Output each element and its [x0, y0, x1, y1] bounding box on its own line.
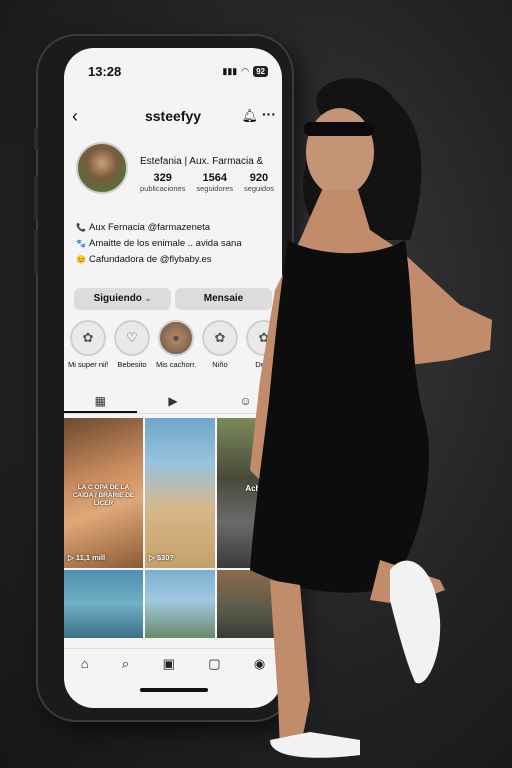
stat-value: 1564: [202, 172, 227, 184]
highlight-label: Mis cachorr...: [156, 360, 196, 369]
post-thumbnail[interactable]: ▷ $30?: [145, 418, 215, 568]
highlight-cover: ●: [158, 320, 194, 356]
highlight-cover: ♡: [114, 320, 150, 356]
profile-avatar[interactable]: [76, 142, 128, 194]
highlight-cover: ✿: [70, 320, 106, 356]
following-button[interactable]: Siguiendo ⌄: [74, 288, 171, 310]
sunglasses-icon: [304, 122, 374, 136]
chevron-down-icon: ⌄: [144, 294, 152, 303]
smile-icon: 😊: [76, 255, 86, 264]
tab-reels[interactable]: ▶: [137, 390, 210, 413]
post-thumbnail[interactable]: [64, 570, 143, 638]
status-time: 13:28: [88, 64, 122, 79]
bio-text: Aux Fernacia @farmazeneta: [89, 222, 211, 233]
phone-icon: 📞: [76, 223, 86, 232]
stat-value: 329: [153, 172, 172, 184]
volume-up-button: [34, 176, 38, 220]
reels-icon[interactable]: ▣: [163, 656, 175, 672]
highlight-label: Bebesito: [117, 360, 147, 369]
bio-text: Cafundadora de @flybaby.es: [89, 254, 212, 265]
post-caption: LA C OPA DE LA CAIDA / BRARIE DE LICER: [72, 484, 135, 507]
post-thumbnail[interactable]: [145, 570, 215, 638]
stat-followers[interactable]: 1564 seguidores: [196, 172, 233, 193]
bio-text: Amaitte de los enimale .. avida sana: [89, 238, 242, 249]
paw-icon: 🐾: [76, 239, 86, 248]
silent-switch: [34, 128, 38, 150]
post-views: ▷ 11,1 mill: [68, 553, 106, 562]
home-indicator: [140, 688, 208, 692]
reels-icon: ▶: [168, 394, 178, 408]
views-count: 11,1 mill: [75, 553, 106, 562]
highlight-item[interactable]: ✿ Mi super niño: [68, 320, 108, 369]
views-count: $30?: [156, 553, 174, 562]
highlight-label: Mi super niño: [68, 360, 108, 369]
woman-figure: [250, 78, 492, 758]
tab-grid[interactable]: ▦: [64, 390, 137, 413]
highlight-item[interactable]: ● Mis cachorr...: [156, 320, 196, 369]
home-icon[interactable]: ⌂: [81, 656, 89, 671]
shop-icon[interactable]: ▢: [208, 656, 220, 672]
grid-icon: ▦: [94, 394, 106, 408]
following-label: Siguiendo: [93, 293, 142, 304]
highlight-item[interactable]: ♡ Bebesito: [112, 320, 152, 369]
stat-label: seguidores: [196, 184, 234, 193]
stat-label: publicaciones: [140, 184, 186, 193]
volume-down-button: [34, 230, 38, 274]
post-thumbnail[interactable]: LA C OPA DE LA CAIDA / BRARIE DE LICER ▷…: [64, 418, 143, 568]
stat-posts[interactable]: 329 publicaciones: [140, 172, 185, 193]
search-icon[interactable]: ⌕: [122, 656, 129, 672]
post-views: ▷ $30?: [149, 553, 174, 562]
face-shape: [306, 108, 374, 196]
